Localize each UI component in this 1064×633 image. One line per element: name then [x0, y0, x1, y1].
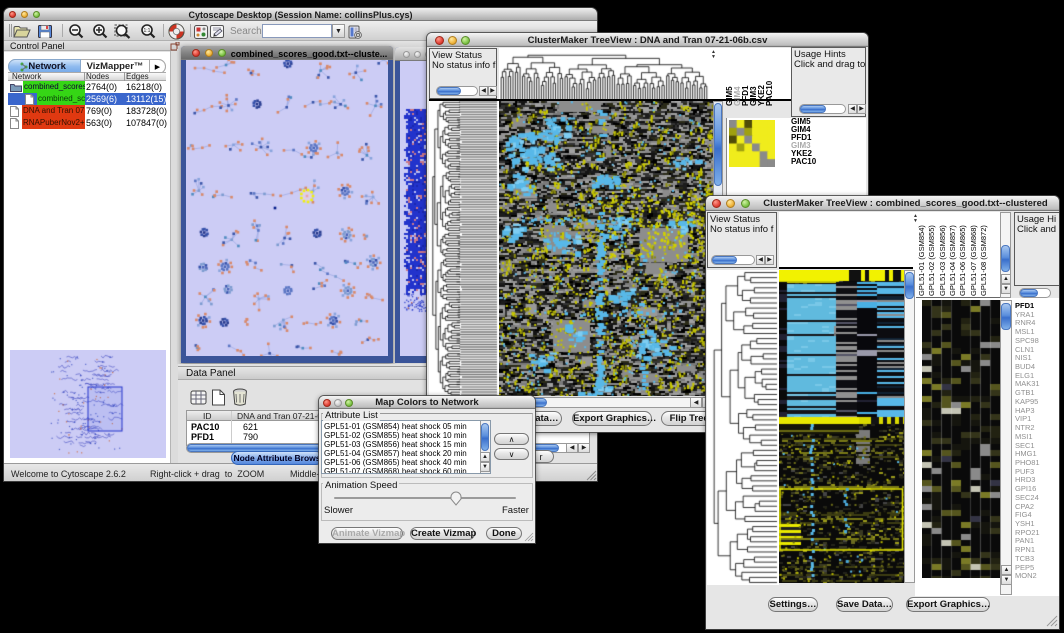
svg-text:1:1: 1:1: [144, 28, 151, 34]
